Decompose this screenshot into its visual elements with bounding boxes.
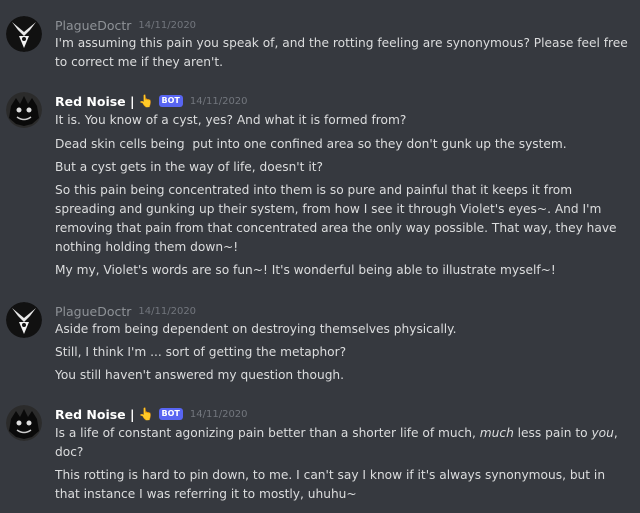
message-text: Is a life of constant agonizing pain bet… [55, 424, 635, 443]
message-text: spreading and gunking up their system, f… [55, 202, 602, 216]
avatar-red-noise[interactable] [6, 405, 42, 441]
message-text: But a cyst gets in the way of life, does… [55, 160, 323, 174]
message-text: Still, I think I'm ... sort of getting t… [55, 345, 347, 359]
message-text: Dead skin cells being put into one confi… [55, 137, 567, 151]
message-text: This rotting is hard to pin down, to me.… [55, 468, 606, 482]
message-header: PlagueDoctr 14/11/2020 [55, 16, 196, 34]
avatar-plaguedoctr[interactable] [6, 302, 42, 338]
plague-doctor-avatar-icon [6, 302, 42, 338]
message-text: Aside from being dependent on destroying… [55, 322, 457, 336]
timestamp: 14/11/2020 [138, 19, 197, 31]
text-run: , [613, 426, 618, 440]
text-run: Is a life of constant agonizing pain bet… [55, 426, 480, 440]
author-name[interactable]: Red Noise | [55, 94, 135, 109]
bot-badge: BOT [158, 95, 183, 107]
timestamp: 14/11/2020 [138, 305, 197, 317]
author-name[interactable]: Red Noise | [55, 407, 135, 422]
message-text: I'm assuming this pain you speak of, and… [55, 36, 628, 50]
message-text: to correct me if they aren't. [55, 55, 223, 69]
message-text: that instance I was referring it to most… [55, 487, 357, 501]
message-header: Red Noise | 👆 BOT 14/11/2020 [55, 405, 248, 423]
message-text: nothing holding them down~! [55, 240, 239, 254]
message-text: doc? [55, 445, 84, 459]
timestamp: 14/11/2020 [189, 408, 248, 420]
avatar-plaguedoctr[interactable] [6, 16, 42, 52]
bot-badge: BOT [158, 408, 183, 420]
text-emphasis: you [591, 426, 614, 440]
message-text: removing that pain from that concentrate… [55, 221, 617, 235]
timestamp: 14/11/2020 [189, 95, 248, 107]
message-header: PlagueDoctr 14/11/2020 [55, 302, 196, 320]
author-name[interactable]: PlagueDoctr [55, 18, 131, 33]
message-text: It is. You know of a cyst, yes? And what… [55, 113, 407, 127]
text-emphasis: much [479, 426, 514, 440]
message-header: Red Noise | 👆 BOT 14/11/2020 [55, 92, 248, 110]
red-noise-avatar-icon [6, 92, 42, 128]
message-text: You still haven't answered my question t… [55, 368, 345, 382]
avatar-red-noise[interactable] [6, 92, 42, 128]
red-noise-avatar-icon [6, 405, 42, 441]
text-run: less pain to [513, 426, 592, 440]
pointing-finger-icon: 👆 [138, 407, 154, 421]
message-text: So this pain being concentrated into the… [55, 183, 573, 197]
plague-doctor-avatar-icon [6, 16, 42, 52]
pointing-finger-icon: 👆 [138, 94, 154, 108]
message-text: My my, Violet's words are so fun~! It's … [55, 263, 556, 277]
author-name[interactable]: PlagueDoctr [55, 304, 131, 319]
